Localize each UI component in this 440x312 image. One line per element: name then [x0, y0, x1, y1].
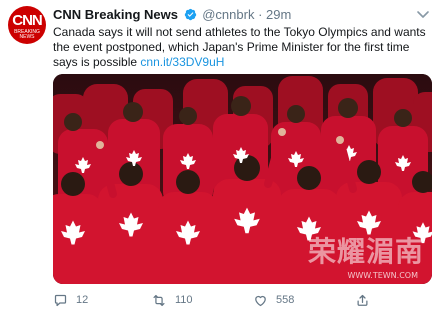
tweet-actions: 12 110 558 — [53, 292, 433, 308]
avatar-tag: BREAKING NEWS — [14, 29, 40, 40]
chevron-down-icon[interactable] — [416, 8, 430, 20]
reply-icon — [53, 293, 68, 308]
share-button[interactable] — [355, 292, 370, 308]
verified-badge-icon — [184, 8, 197, 24]
author-name[interactable]: CNN Breaking News — [53, 7, 178, 22]
timestamp[interactable]: 29m — [266, 7, 291, 22]
reply-count: 12 — [76, 294, 89, 306]
separator: · — [258, 7, 263, 22]
retweet-button[interactable]: 110 — [151, 292, 193, 308]
reply-button[interactable]: 12 — [53, 292, 88, 308]
author-handle[interactable]: @cnnbrk — [202, 7, 254, 22]
tweet-header: CNN Breaking News @cnnbrk · 29m — [53, 7, 291, 24]
heart-icon — [253, 293, 268, 308]
tweet-body: Canada says it will not send athletes to… — [53, 25, 426, 69]
retweet-count: 110 — [175, 294, 193, 306]
like-count: 558 — [276, 294, 295, 306]
tweet-text: Canada says it will not send athletes to… — [53, 25, 433, 70]
tweet-link[interactable]: cnn.it/33DV9uH — [140, 55, 224, 69]
watermark-url: WWW.TEWN.COM — [347, 271, 418, 280]
tweet-photo[interactable]: 荣耀湄南 WWW.TEWN.COM — [53, 74, 432, 284]
retweet-icon — [151, 293, 167, 308]
share-icon — [355, 293, 370, 308]
avatar[interactable]: CNN BREAKING NEWS — [8, 6, 46, 44]
like-button[interactable]: 558 — [253, 292, 294, 308]
tweet[interactable]: CNN BREAKING NEWS CNN Breaking News @cnn… — [0, 0, 440, 312]
cnn-logo: CNN — [12, 12, 43, 29]
watermark: 荣耀湄南 — [307, 235, 424, 268]
